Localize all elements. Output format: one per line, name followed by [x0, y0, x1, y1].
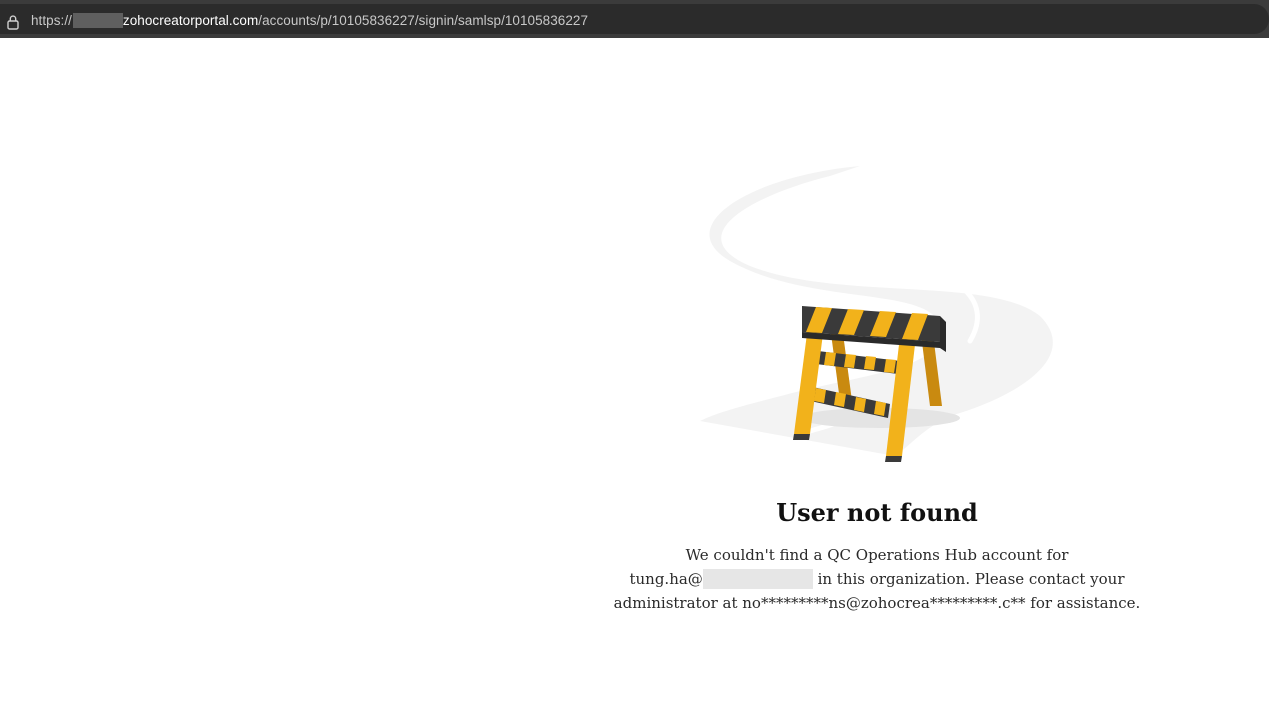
message-line-3: administrator at no*********ns@zohocrea*…	[613, 594, 1141, 612]
browser-address-bar: https:// zohocreatorportal.com/accounts/p…	[0, 0, 1269, 38]
url-redacted-subdomain	[72, 13, 123, 28]
url-field[interactable]: https:// zohocreatorportal.com/accounts/p…	[0, 4, 1269, 34]
redacted-email-domain	[702, 569, 813, 589]
message-line-2-text: in this organization. Please contact you…	[817, 570, 1125, 588]
lock-icon[interactable]	[6, 14, 20, 30]
error-title: User not found	[776, 498, 978, 527]
error-message: We couldn't find a QC Operations Hub acc…	[612, 543, 1142, 615]
url-host: zohocreatorportal.com	[122, 13, 259, 28]
message-line-2: tung.ha@ in this organization. Please co…	[612, 567, 1142, 591]
user-email-prefix: tung.ha@	[629, 570, 703, 588]
message-line-1: We couldn't find a QC Operations Hub acc…	[685, 546, 1069, 564]
road-barrier-icon	[700, 166, 1053, 462]
url-text[interactable]: https:// zohocreatorportal.com/accounts/p…	[31, 13, 588, 28]
url-scheme: https://	[31, 13, 72, 28]
error-page: User not found We couldn't find a QC Ope…	[0, 38, 1269, 701]
url-path: /accounts/p/10105836227/signin/samlsp/10…	[258, 13, 589, 28]
